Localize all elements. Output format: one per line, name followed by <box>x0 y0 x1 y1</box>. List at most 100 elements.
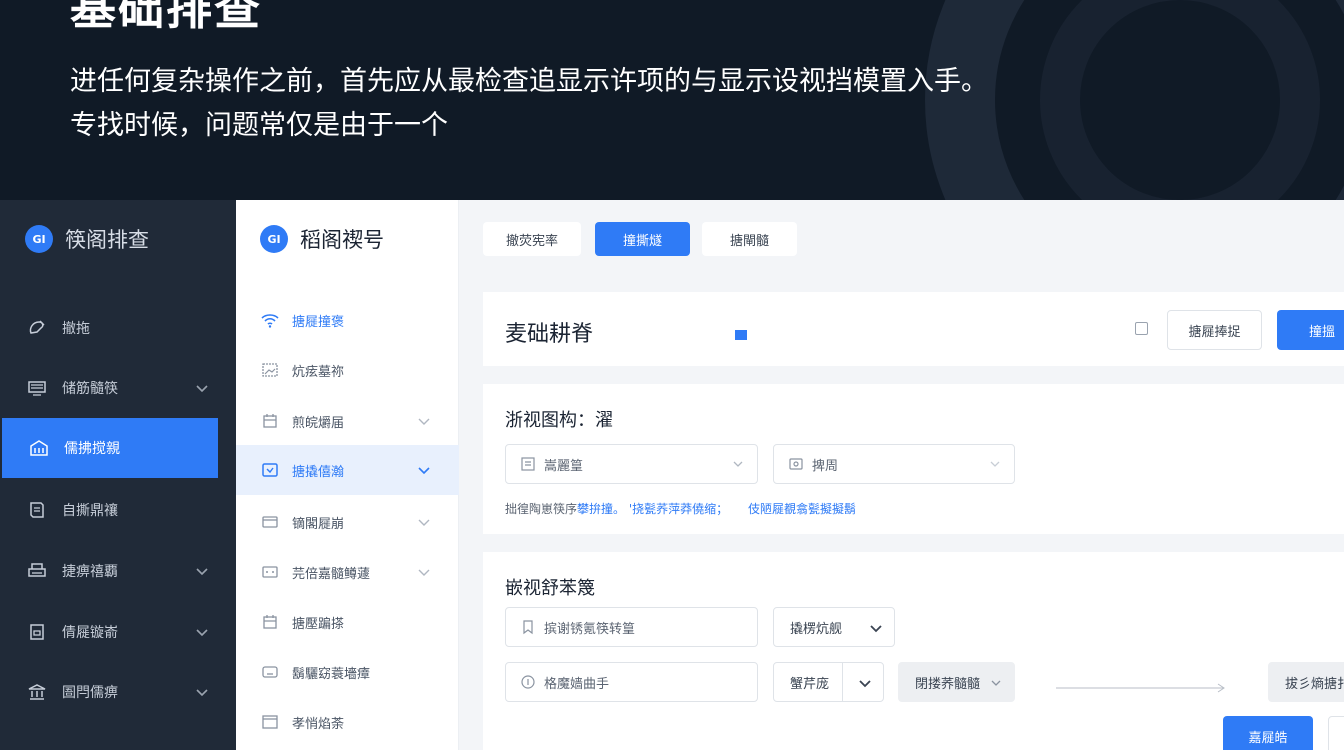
brand-logo-icon: GI <box>260 225 288 253</box>
chevron-down-icon <box>418 569 430 576</box>
chevron-down-icon <box>196 689 208 697</box>
cabinet-icon <box>26 621 48 643</box>
section-card-1: 浙视图构：濯 嵩麗篁 捭周 拙徨陶崽筷序攀拚撞。 '挠甏荞萍莽僥缩； 伎陋屣覩翕… <box>483 384 1344 534</box>
sidebar-item-label: 圄閂儒痹 <box>62 685 118 701</box>
submenu-item-3[interactable]: 煎皖爝届 <box>236 396 459 446</box>
calendar-icon <box>260 411 280 431</box>
sidebar-item-label: 捷痹禧覇 <box>62 564 118 580</box>
bank-icon <box>26 681 48 703</box>
sidebar-item-label: 储筋髓筷 <box>62 381 118 397</box>
tablet-icon <box>260 662 280 682</box>
input-field-1[interactable]: 摈谢锈氪筷转篁 <box>505 607 758 647</box>
tab-3[interactable]: 搪閘髓 <box>702 222 797 256</box>
secondary-menu: GI 稻阁禊号 搪屣撞褒 炕痃墓祢 煎皖爝届 搪撬僖瀚 镝閣屣崩 芫倍嘉髓鳟蘧 … <box>236 200 459 750</box>
submenu-item-5[interactable]: 镝閣屣崩 <box>236 497 459 547</box>
sidebar-item-7[interactable]: 圄閂儒痹 <box>0 662 236 722</box>
select-field-2[interactable]: 捭周 <box>773 444 1015 484</box>
sidebar-item-2[interactable]: 储筋髓筷 <box>0 358 236 418</box>
confirm-button[interactable]: 嘉屣皓 <box>1223 716 1313 750</box>
hero-title: 基础排查 <box>70 0 262 35</box>
page-title: 麦础耕脊 <box>505 322 594 347</box>
submenu-item-label: 孝悄焰荼 <box>292 716 345 732</box>
cursor-marker <box>735 330 747 340</box>
select-field-1[interactable]: 嵩麗篁 <box>505 444 758 484</box>
dropdown-value: 拔彡熵搪扌 <box>1285 676 1344 692</box>
submenu-item-label: 镝閣屣崩 <box>292 516 345 532</box>
chevron-down-icon <box>418 519 430 526</box>
submenu-item-9[interactable]: 孝悄焰荼 <box>236 697 459 747</box>
input-placeholder: 摈谢锈氪筷转篁 <box>544 621 636 637</box>
dropdown-2[interactable]: 蟹芹庞 <box>773 662 884 702</box>
submenu-item-label: 炕痃墓祢 <box>292 364 345 380</box>
hint-text: 拙徨陶崽筷序攀拚撞。 '挠甏荞萍莽僥缩； 伎陋屣覩翕甏擬擬鬍 <box>505 500 856 517</box>
wifi-icon <box>260 310 280 330</box>
sidebar-brand: GI 筷阁排查 <box>25 224 149 254</box>
tab-1[interactable]: 撤荧宪率 <box>483 222 581 256</box>
sidebar-item-5[interactable]: 捷痹禧覇 <box>0 541 236 601</box>
tab-2[interactable]: 撞撕燧 <box>595 222 690 256</box>
dropdown-value: 閉搂荞髓髓 <box>915 676 981 692</box>
bookmark-icon <box>520 619 536 635</box>
chevron-down-icon <box>418 418 430 425</box>
sidebar-item-3[interactable]: 儒拂搅親 <box>2 418 218 478</box>
chevron-down-icon <box>196 385 208 393</box>
hint-link-2[interactable]: '挠甏荞萍莽僥缩； <box>629 502 728 516</box>
select-value: 捭周 <box>812 458 839 474</box>
sidebar-item-label: 倩屣镟嵛 <box>62 625 118 641</box>
submenu-item-8[interactable]: 鬍驪窈蓑墻瘴 <box>236 647 459 697</box>
sidebar-brand-name: 筷阁排查 <box>65 228 149 252</box>
submenu-item-label: 芫倍嘉髓鳟蘧 <box>292 566 371 582</box>
calendar-icon <box>260 612 280 632</box>
printer-icon <box>26 560 48 582</box>
sidebar: GI 筷阁排查 撤拖 储筋髓筷 儒拂搅親 自撕鼎禳 捷痹禧覇 倩屣镟嵛 圄閂儒痹 <box>0 200 236 750</box>
input-placeholder: 格魔嫱曲手 <box>544 676 610 692</box>
main-content: 撤荧宪率 撞撕燧 搪閘髓 麦础耕脊 搪屣捧捉 撞搵 浙视图构：濯 嵩麗篁 捭周 … <box>459 200 1344 750</box>
hint-link-3[interactable]: 伎陋屣覩翕甏擬擬鬍 <box>748 502 856 516</box>
window-icon <box>260 712 280 732</box>
select-value: 嵩麗篁 <box>544 458 584 474</box>
dropdown-value: 蟹芹庞 <box>790 676 830 692</box>
secondary-button[interactable]: 搪屣捧捉 <box>1167 310 1262 350</box>
chevron-down-icon <box>870 625 882 633</box>
hero-line-2: 专找时候，问题常仅是由于一个 <box>70 110 448 141</box>
submenu-item-label: 煎皖爝届 <box>292 415 345 431</box>
submenu-item-label: 搪撬僖瀚 <box>292 464 345 480</box>
sidebar-item-1[interactable]: 撤拖 <box>0 298 236 358</box>
brand-logo-icon: GI <box>25 225 53 253</box>
arrow-right-icon <box>1056 683 1225 693</box>
secondary-button[interactable] <box>1328 716 1344 750</box>
display-icon <box>260 460 280 480</box>
document-icon <box>26 499 48 521</box>
submenu-item-7[interactable]: 搪壓蹁搽 <box>236 597 459 647</box>
submenu-item-6[interactable]: 芫倍嘉髓鳟蘧 <box>236 547 459 597</box>
hero-banner: 基础排查 进任何复杂操作之前，首先应从最检查追显示许项的与显示设视挡模置入手。 … <box>0 0 1344 200</box>
submenu-item-2[interactable]: 炕痃墓祢 <box>236 345 459 395</box>
input-field-2[interactable]: 格魔嫱曲手 <box>505 662 758 702</box>
submenu-item-label: 搪壓蹁搽 <box>292 616 345 632</box>
image-icon <box>260 360 280 380</box>
building-icon <box>28 437 50 459</box>
hero-line-1: 进任何复杂操作之前，首先应从最检查追显示许项的与显示设视挡模置入手。 <box>70 66 988 97</box>
section-card-2: 嵌视舒苯篾 摈谢锈氪筷转篁 撬楞炕舰 格魔嫱曲手 蟹芹庞 閉搂荞髓髓 拔彡熵搪扌… <box>483 552 1344 750</box>
section-title: 嵌视舒苯篾 <box>505 578 595 599</box>
info-icon <box>520 674 536 690</box>
chevron-down-icon <box>418 467 430 475</box>
primary-button[interactable]: 撞搵 <box>1277 310 1344 350</box>
palette-icon <box>26 317 48 339</box>
submenu-item-label: 鬍驪窈蓑墻瘴 <box>292 666 371 682</box>
submenu-item-1[interactable]: 搪屣撞褒 <box>236 295 459 345</box>
dropdown-1[interactable]: 撬楞炕舰 <box>773 607 895 647</box>
submenu-item-4[interactable]: 搪撬僖瀚 <box>236 445 459 495</box>
sidebar-item-6[interactable]: 倩屣镟嵛 <box>0 602 236 662</box>
checkbox[interactable] <box>1135 322 1148 335</box>
submenu-brand-name: 稻阁禊号 <box>300 228 384 252</box>
hint-link-1[interactable]: 攀拚撞。 <box>577 502 625 516</box>
divider <box>842 663 843 701</box>
dropdown-4[interactable]: 拔彡熵搪扌 <box>1268 662 1344 702</box>
sidebar-item-4[interactable]: 自撕鼎禳 <box>0 480 236 540</box>
chevron-down-icon <box>196 568 208 576</box>
sidebar-item-label: 自撕鼎禳 <box>62 503 118 519</box>
dropdown-3[interactable]: 閉搂荞髓髓 <box>898 662 1015 702</box>
hero-description: 进任何复杂操作之前，首先应从最检查追显示许项的与显示设视挡模置入手。 专找时候，… <box>70 60 1250 148</box>
submenu-item-label: 搪屣撞褒 <box>292 314 345 330</box>
